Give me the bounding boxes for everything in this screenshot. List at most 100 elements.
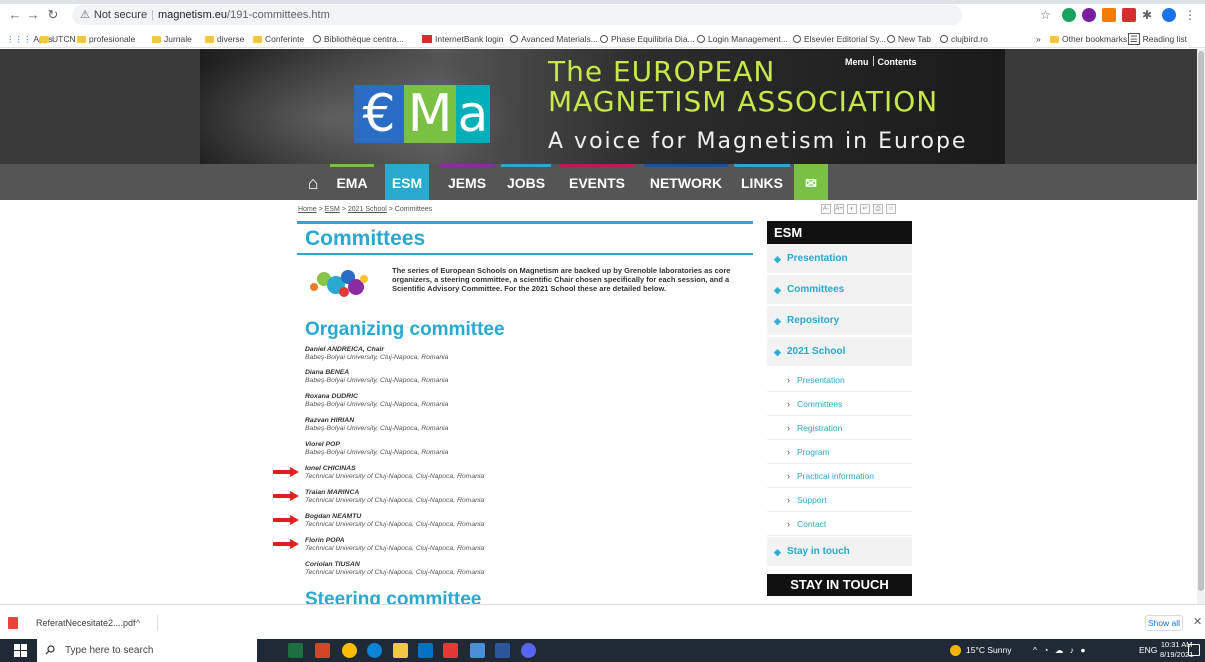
nav-jems[interactable]: JEMS (440, 164, 494, 200)
discord-icon[interactable] (521, 643, 536, 658)
banner-title-line2: MAGNETISM ASSOCIATION (548, 85, 939, 118)
star-icon[interactable]: ☆ (1040, 8, 1054, 22)
bookmark-link[interactable]: Bibliothèque centra... (313, 33, 404, 45)
powerpoint-icon[interactable] (315, 643, 330, 658)
url-host[interactable]: magnetism.eu (158, 9, 227, 21)
reading-list[interactable]: ☰ Reading list (1128, 33, 1187, 45)
extension-orange-icon[interactable] (1102, 8, 1116, 22)
member-entry: Bogdan NEAMTU Technical University of Clu… (273, 513, 605, 529)
bookmark-folder[interactable]: diverse (205, 33, 244, 45)
nav-jobs[interactable]: JOBS (501, 164, 551, 200)
forward-icon[interactable]: → (24, 6, 42, 24)
bookmarks-overflow-icon[interactable]: » (1036, 33, 1041, 45)
profile-avatar[interactable] (1162, 8, 1176, 22)
logo-letter-e[interactable]: € (354, 85, 404, 143)
chevron-up-icon[interactable]: ^ (136, 613, 140, 633)
windows-start-icon[interactable] (14, 644, 27, 657)
contrast-icon[interactable]: ◐ (847, 204, 857, 214)
warning-icon[interactable]: ⚠ (80, 9, 90, 21)
sidebar-item-committees[interactable]: ◈ Committees (767, 275, 912, 305)
language-indicator[interactable]: ENG (1139, 645, 1157, 655)
sidebar-subitem-practical-information[interactable]: › Practical information (767, 464, 912, 488)
decrease-font-icon[interactable]: A- (821, 204, 831, 214)
bookmark-folder[interactable]: UTCN (40, 33, 76, 45)
member-affiliation: Babeş-Bolyai University, Cluj-Napoca, Ro… (305, 377, 449, 384)
bookmark-folder[interactable]: profesionale (77, 33, 135, 45)
web-page: € M a The EUROPEAN MAGNETISM ASSOCIATION… (0, 49, 1205, 604)
sidebar-item-presentation[interactable]: ◈ Presentation (767, 244, 912, 274)
sidebar-item-stay-in-touch[interactable]: ◈ Stay in touch (767, 537, 912, 567)
member-affiliation: Technical University of Cluj-Napoca, Clu… (305, 569, 485, 576)
home-icon[interactable]: ⌂ (296, 164, 330, 200)
sidebar-subitem-contact[interactable]: › Contact (767, 512, 912, 536)
weather-text[interactable]: 15°C Sunny (966, 645, 1011, 655)
bookmark-folder[interactable]: Jurnale (152, 33, 192, 45)
menu-kebab-icon[interactable]: ⋮ (1184, 8, 1198, 22)
sidebar-subitem-registration[interactable]: › Registration (767, 416, 912, 440)
chrome-icon[interactable] (342, 643, 357, 658)
print-icon[interactable]: ⎙ (873, 204, 883, 214)
extension-red-icon[interactable] (1122, 8, 1136, 22)
edge-icon[interactable] (367, 643, 382, 658)
close-icon[interactable]: ✕ (1193, 615, 1202, 628)
taskbar-search[interactable]: Type here to search (37, 639, 257, 662)
scrollbar-thumb[interactable] (1198, 51, 1204, 591)
download-item[interactable]: ReferatNecesitate2....pdf ^ (6, 613, 156, 633)
bookmark-link[interactable]: clujbird.ro (940, 33, 988, 45)
word-icon[interactable] (495, 643, 510, 658)
increase-font-icon[interactable]: A+ (834, 204, 844, 214)
extension-purple-icon[interactable] (1082, 8, 1096, 22)
back-arrow-icon[interactable]: ↵ (860, 204, 870, 214)
breadcrumb-school[interactable]: 2021 School (348, 206, 387, 213)
diamond-arrow-icon: ◈ (774, 547, 781, 557)
bookmark-link[interactable]: Avanced Materials... (510, 33, 598, 45)
logo-letter-a[interactable]: a (456, 85, 490, 143)
address-bar[interactable]: ⚠ Not secure | magnetism.eu/191-committees.… (72, 5, 962, 25)
sidebar-item-2021-school[interactable]: ◈ 2021 School (767, 337, 912, 367)
tray-icons[interactable]: ^ ◔ ☁ ♪ ● (1033, 645, 1087, 656)
download-filename[interactable]: ReferatNecesitate2....pdf (36, 613, 136, 633)
back-icon[interactable]: ← (6, 6, 24, 24)
show-all-button[interactable]: Show all (1145, 615, 1183, 631)
nav-ema[interactable]: EMA (330, 164, 374, 200)
page-scrollbar[interactable] (1197, 49, 1205, 604)
other-bookmarks[interactable]: Other bookmarks (1050, 33, 1127, 45)
file-explorer-icon[interactable] (393, 643, 408, 658)
extension-green-icon[interactable] (1062, 8, 1076, 22)
app-b-icon[interactable] (443, 643, 458, 658)
calculator-icon[interactable] (470, 643, 485, 658)
bookmark-link[interactable]: New Tab (887, 33, 931, 45)
nav-esm[interactable]: ESM (385, 164, 429, 200)
sun-icon[interactable] (950, 645, 961, 656)
url-path[interactable]: /191-committees.htm (227, 9, 330, 21)
sidebar-subitem-committees[interactable]: › Committees (767, 392, 912, 416)
outlook-icon[interactable] (418, 643, 433, 658)
notifications-icon[interactable] (1188, 644, 1200, 656)
bookmark-folder[interactable]: Conferinte (253, 33, 304, 45)
sidebar-item-repository[interactable]: ◈ Repository (767, 306, 912, 336)
member-entry: Viorel POP Babeş-Bolyai University, Cluj-… (305, 441, 605, 457)
member-entry: Razvan HIRIAN Babeş-Bolyai University, Cl… (305, 417, 605, 433)
bookmark-star-icon[interactable]: ☆ (886, 204, 896, 214)
nav-network[interactable]: NETWORK (644, 164, 728, 200)
contents-link[interactable]: Contents (878, 57, 917, 67)
sidebar-subitem-support[interactable]: › Support (767, 488, 912, 512)
not-secure-label[interactable]: Not secure (94, 9, 147, 21)
bookmark-link[interactable]: Phase Equilibria Dia... (600, 33, 695, 45)
excel-icon[interactable] (288, 643, 303, 658)
member-name: Diana BENEA (305, 369, 350, 376)
reload-icon[interactable]: ↻ (44, 6, 62, 24)
bookmark-link[interactable]: InternetBank login (422, 33, 504, 45)
nav-events[interactable]: EVENTS (560, 164, 634, 200)
puzzle-icon[interactable]: ✱ (1142, 8, 1156, 22)
mail-icon[interactable]: ✉ (794, 164, 828, 200)
breadcrumb-home[interactable]: Home (298, 206, 317, 213)
bookmark-link[interactable]: Login Management... (697, 33, 788, 45)
menu-link[interactable]: Menu (845, 57, 869, 67)
sidebar-subitem-presentation[interactable]: › Presentation (767, 368, 912, 392)
logo-letter-m[interactable]: M (404, 85, 456, 143)
bookmark-link[interactable]: Elsevier Editorial Sy... (793, 33, 886, 45)
sidebar-subitem-program[interactable]: › Program (767, 440, 912, 464)
nav-links[interactable]: LINKS (734, 164, 790, 200)
breadcrumb-esm[interactable]: ESM (325, 206, 340, 213)
